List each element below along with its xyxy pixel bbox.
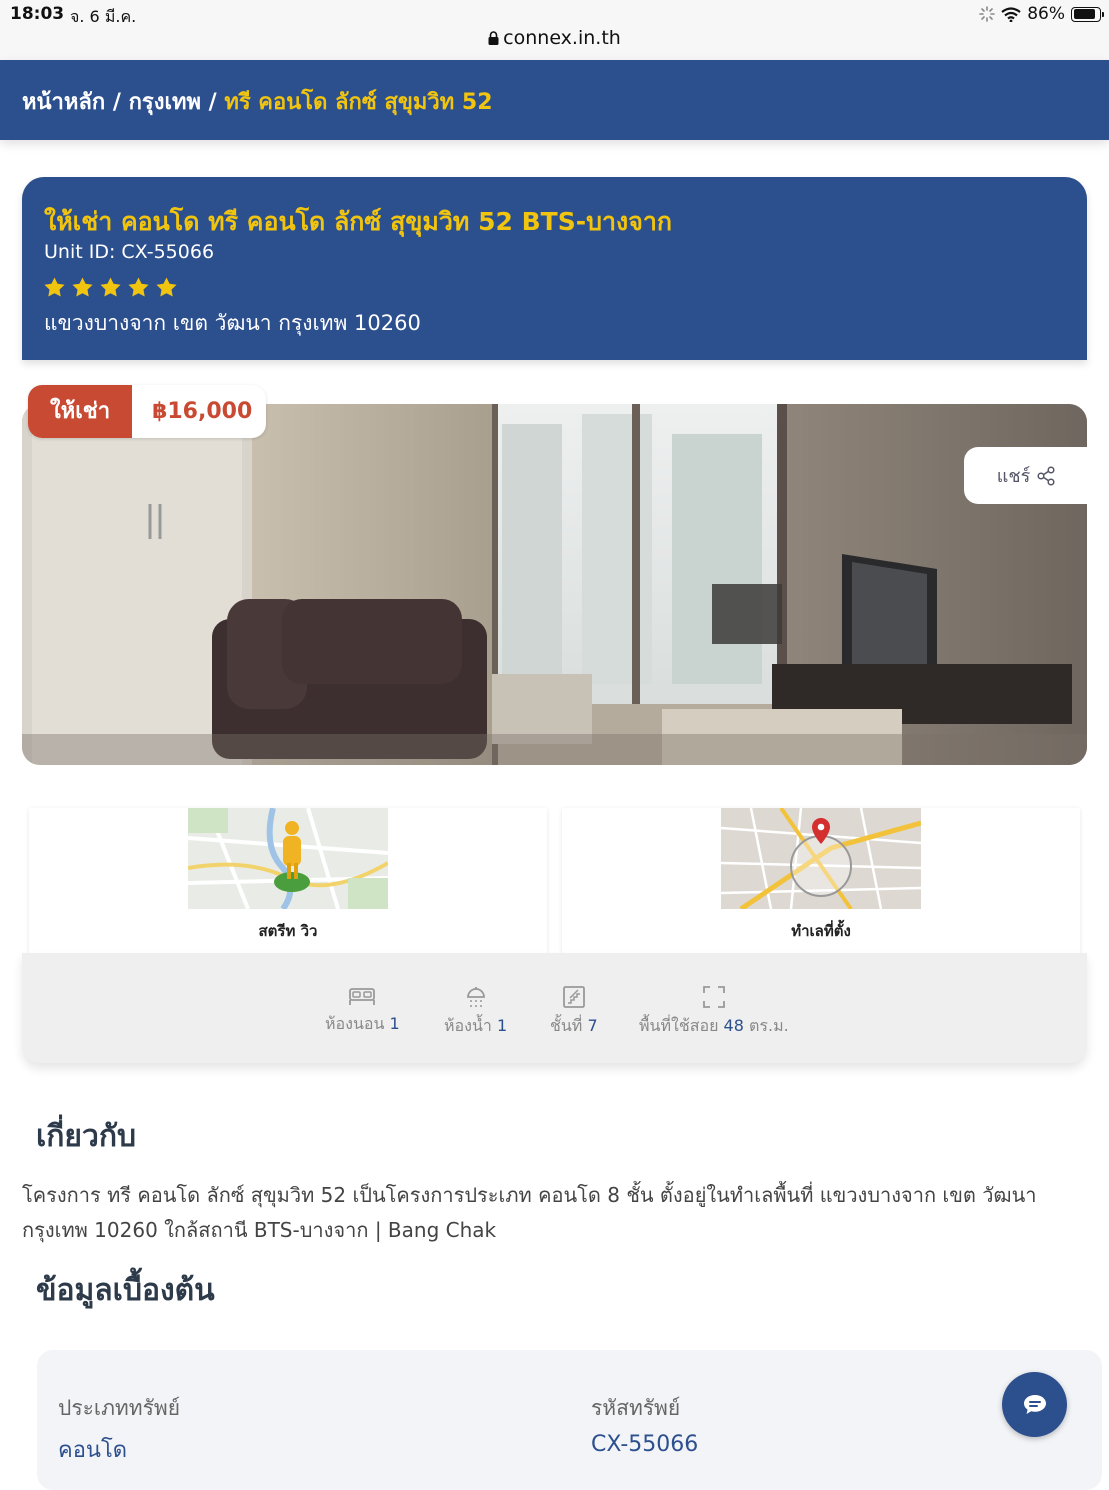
area-value: 48 [723,1016,744,1035]
star-icon [156,277,177,297]
breadcrumb: หน้าหลัก / กรุงเทพ / ทรี คอนโด ลักซ์ สุข… [22,84,493,119]
status-indicators: 86% [979,4,1104,24]
listing-photo[interactable] [22,404,1087,765]
bed-icon [349,988,376,1005]
about-text: โครงการ ทรี คอนโด ลักซ์ สุขุมวิท 52 เป็น… [22,1183,1037,1242]
share-label: แชร์ [996,466,1031,487]
chat-button[interactable] [1002,1372,1067,1437]
breadcrumb-separator: / [200,90,225,115]
breadcrumb-city[interactable]: กรุงเทพ [129,90,201,115]
location-map-thumbnail [721,808,921,909]
share-button[interactable]: แชร์ [964,447,1089,504]
lock-icon [488,31,499,45]
area-label: พื้นที่ใช้สอย [639,1016,719,1035]
bedroom-label: ห้องนอน [325,1014,385,1033]
url-text: connex.in.th [503,27,621,49]
feature-area: พื้นที่ใช้สอย 48 ตร.ม. [639,985,789,1039]
stairs-icon [562,986,585,1008]
area-icon [702,986,725,1008]
loading-icon [979,6,996,22]
room-photo-illustration [22,404,1087,765]
about-heading: เกี่ยวกับ [36,1119,137,1154]
basic-info-panel: ประเภททรัพย์ คอนโด รหัสทรัพย์ CX-55066 [37,1350,1102,1490]
address-bar[interactable]: connex.in.th [0,27,1109,49]
star-icon [44,277,65,297]
battery-icon [1071,6,1104,22]
location-card[interactable]: ทำเลที่ตั้ง [562,808,1080,953]
unit-id: Unit ID: CX-55066 [44,241,215,263]
listing-title: ให้เช่า คอนโด ทรี คอนโด ลักซ์ สุขุมวิท 5… [44,207,673,236]
street-view-map-thumbnail [188,808,388,909]
feature-floor: ชั้นที่ 7 [550,985,598,1039]
star-icon [100,277,121,297]
price-badge: ให้เช่า ฿16,000 [28,385,267,438]
star-icon [72,277,93,297]
share-icon [1037,465,1055,486]
bathroom-value: 1 [496,1016,508,1035]
chat-icon [1023,1394,1046,1414]
listing-type-badge: ให้เช่า [28,385,133,438]
breadcrumb-separator: / [105,90,129,115]
feature-bathroom: ห้องน้ำ 1 [444,985,507,1039]
street-view-card[interactable]: สตรีท วิว [29,808,547,953]
area-unit: ตร.ม. [749,1016,789,1035]
wifi-icon [1001,6,1021,22]
listing-price: ฿16,000 [152,399,253,424]
bathroom-label: ห้องน้ำ [444,1016,492,1035]
battery-percent: 86% [1027,4,1065,24]
feature-summary-bar: ห้องนอน 1 ห้องน้ำ 1 ชั้นที่ 7 พื้นที่ใช้… [22,953,1087,1063]
star-icon [128,277,149,297]
property-code-value: CX-55066 [591,1432,699,1457]
property-type-value: คอนโด [58,1438,128,1463]
floor-value: 7 [587,1016,598,1035]
street-view-label: สตรีท วิว [258,922,318,940]
feature-bedroom: ห้องนอน 1 [325,985,400,1037]
property-type-label: ประเภททรัพย์ [58,1396,181,1420]
location-label: ทำเลที่ตั้ง [791,922,851,940]
shower-icon [466,987,485,1007]
breadcrumb-current: ทรี คอนโด ลักซ์ สุขุมวิท 52 [224,90,493,115]
property-code-label: รหัสทรัพย์ [591,1396,681,1420]
status-time: 18:03 [10,4,65,24]
bedroom-value: 1 [389,1014,400,1033]
floor-label: ชั้นที่ [550,1016,583,1035]
basic-info-heading: ข้อมูลเบื้องต้น [36,1273,215,1308]
breadcrumb-home[interactable]: หน้าหลัก [22,90,105,115]
listing-address: แขวงบางจาก เขต วัฒนา กรุงเทพ 10260 [44,311,421,335]
rating-stars [43,276,178,299]
